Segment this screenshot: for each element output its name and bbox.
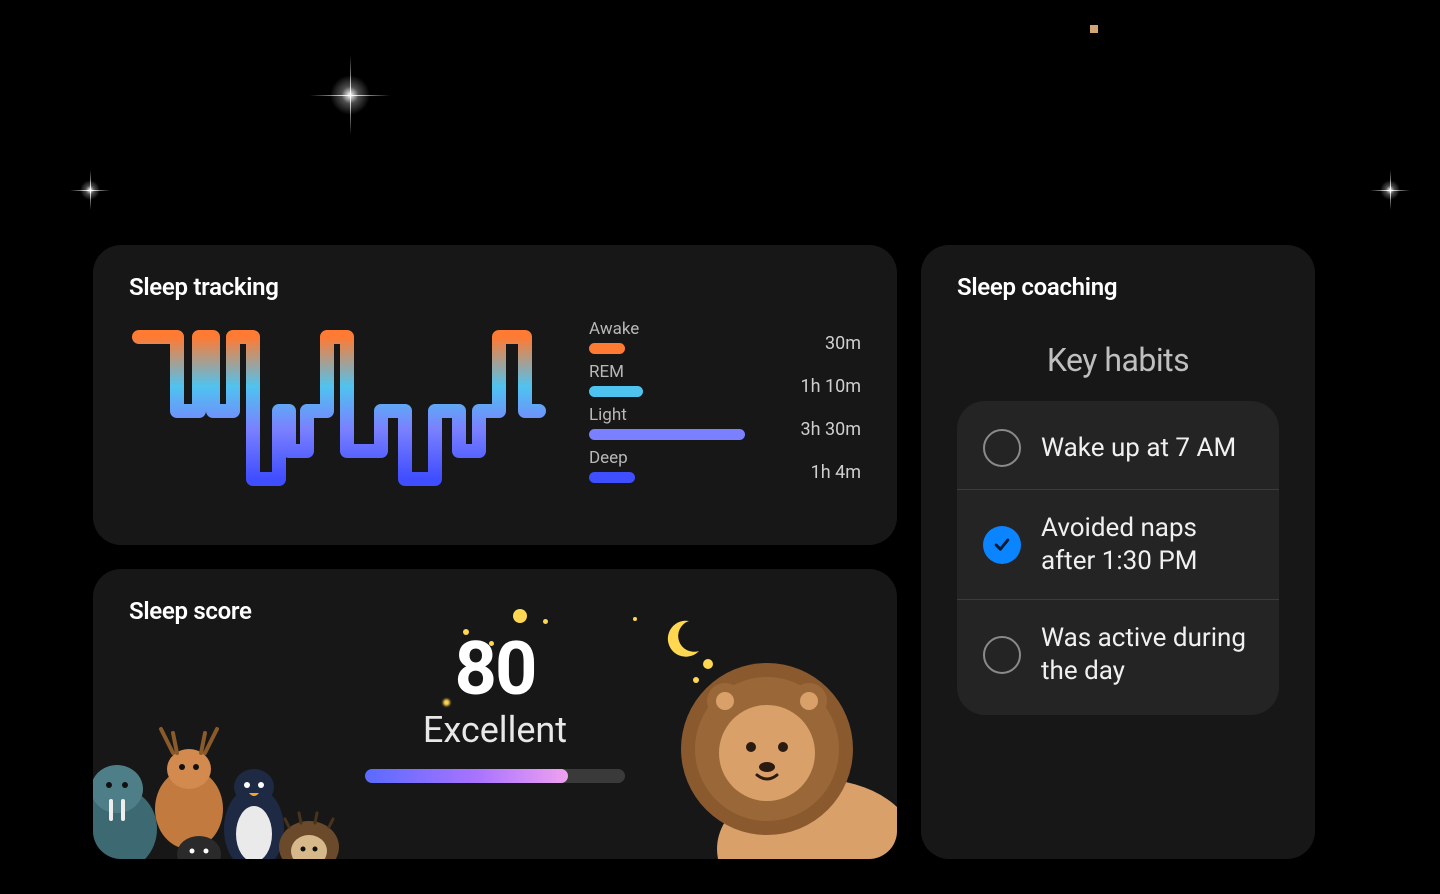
sparkle-icon	[633, 617, 637, 621]
legend-value: 3h 30m	[800, 419, 861, 440]
dashboard-container: Sleep tracking	[93, 245, 1315, 859]
habit-text: Wake up at 7 AM	[1041, 432, 1236, 465]
sleep-coaching-card[interactable]: Sleep coaching Key habits Wake up at 7 A…	[921, 245, 1315, 859]
legend-label: Deep	[589, 448, 635, 468]
habits-list: Wake up at 7 AM Avoided naps after 1:30 …	[957, 401, 1279, 715]
checkbox-unchecked-icon[interactable]	[983, 636, 1021, 674]
legend-value: 30m	[825, 333, 861, 354]
habit-item[interactable]: Avoided naps after 1:30 PM	[957, 490, 1279, 600]
legend-row-light: Light 3h 30m	[589, 405, 861, 440]
legend-row-rem: REM 1h 10m	[589, 362, 861, 397]
habit-item[interactable]: Was active during the day	[957, 600, 1279, 709]
habit-text: Avoided naps after 1:30 PM	[1041, 512, 1253, 577]
star-decoration	[330, 75, 370, 115]
legend-bar	[589, 429, 745, 440]
sleep-stage-graph	[129, 319, 549, 499]
sparkle-icon	[543, 619, 548, 624]
habits-heading: Key habits	[957, 341, 1279, 379]
card-title: Sleep coaching	[957, 273, 1279, 301]
legend-bar	[589, 472, 635, 483]
star-decoration	[1380, 180, 1400, 200]
score-progress-fill	[365, 769, 568, 783]
animal-characters-icon	[93, 679, 359, 859]
legend-bar	[589, 386, 643, 397]
checkbox-checked-icon[interactable]	[983, 526, 1021, 564]
star-decoration	[1090, 25, 1098, 33]
legend-label: Awake	[589, 319, 639, 339]
sparkle-icon	[513, 609, 527, 623]
score-value: 80	[335, 633, 655, 707]
legend-value: 1h 4m	[811, 462, 861, 483]
legend-row-awake: Awake 30m	[589, 319, 861, 354]
lion-character-icon	[647, 619, 897, 859]
sleep-tracking-card[interactable]: Sleep tracking	[93, 245, 897, 545]
legend-label: REM	[589, 362, 643, 382]
legend-bar	[589, 343, 625, 354]
legend-label: Light	[589, 405, 745, 425]
stage-legend: Awake 30m REM 1h 10m L	[589, 319, 861, 483]
sleep-score-card[interactable]: Sleep score 80 Excellent	[93, 569, 897, 859]
habit-item[interactable]: Wake up at 7 AM	[957, 407, 1279, 490]
score-label: Excellent	[335, 709, 655, 751]
legend-row-deep: Deep 1h 4m	[589, 448, 861, 483]
card-title: Sleep tracking	[129, 273, 861, 301]
legend-value: 1h 10m	[800, 376, 861, 397]
checkbox-unchecked-icon[interactable]	[983, 429, 1021, 467]
habit-text: Was active during the day	[1041, 622, 1253, 687]
score-progress	[365, 769, 625, 783]
star-decoration	[80, 180, 100, 200]
